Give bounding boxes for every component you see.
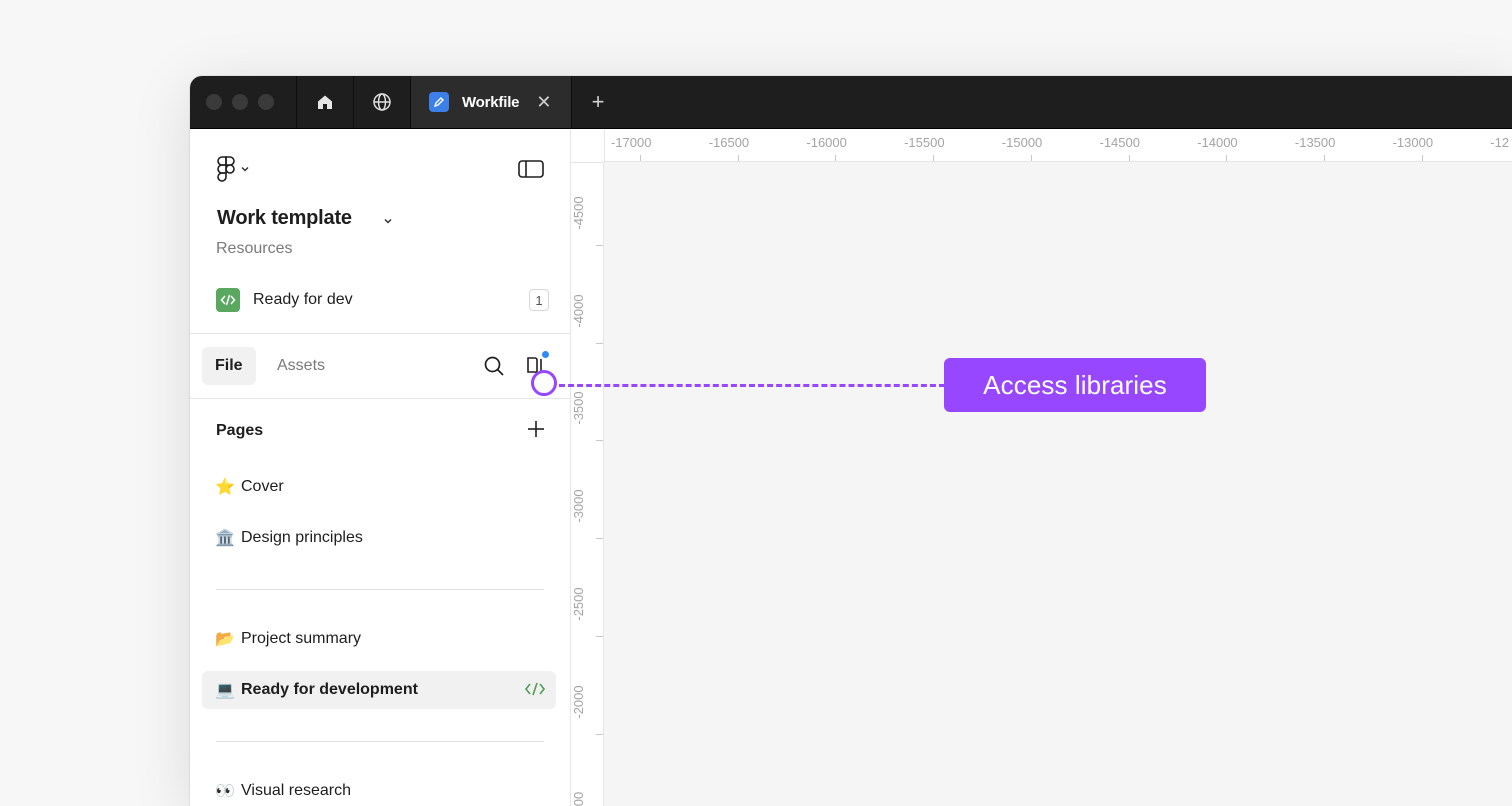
dev-mode-icon [216,288,240,312]
tab-assets[interactable]: Assets [277,347,325,385]
home-button[interactable] [296,76,353,128]
ruler-y-label: 00 [571,791,586,806]
search-button[interactable] [483,355,505,382]
page-divider [216,589,544,590]
ruler-y-tick [596,733,603,735]
page-label: Cover [241,478,284,495]
folder-icon: 📂 [215,631,235,648]
ruler-x-label: -13000 [1392,135,1434,150]
callout-label: Access libraries [944,358,1206,412]
ruler-y-tick [596,440,603,442]
project-name[interactable]: Resources [216,240,292,258]
ruler-x-label: -15500 [904,135,945,150]
ruler-x-tick [737,155,739,161]
design-file-icon [429,92,449,112]
ruler-y-label: -4500 [571,196,586,230]
ruler-x-tick [1226,155,1228,161]
plus-icon [528,421,544,437]
ruler-x-label: -15000 [1001,135,1043,150]
laptop-icon: 💻 [215,682,235,699]
divider [190,398,570,399]
tab-title: Workfile [462,93,520,111]
file-menu-chevron-icon[interactable] [383,213,393,231]
ruler-x-tick [933,155,935,161]
ruler-y-tick [596,635,603,637]
callout-target-circle [531,370,557,396]
star-icon: ⭐️ [215,479,235,496]
page-divider [216,741,544,742]
ruler-y-label: -3500 [571,391,586,426]
ruler-x-label: -13500 [1294,135,1336,150]
left-sidebar: Work template Resources Ready for dev 1 … [190,129,571,806]
app-window: Workfile ✕ + Work template Resources Rea… [190,76,1512,806]
ruler-y-label: -4000 [571,294,586,328]
classical-building-icon: 🏛️ [215,530,235,547]
ruler-x-tick [1421,155,1423,161]
window-controls [206,94,274,110]
sidebar-toggle-button[interactable] [518,159,544,184]
search-icon [484,356,504,376]
page-label: Design principles [241,529,363,546]
sidebar-panel-icon [518,160,544,178]
close-tab-icon[interactable]: ✕ [536,93,551,111]
ruler-corner [571,129,605,163]
globe-icon [373,93,391,111]
ruler-y-tick [596,342,603,344]
ready-for-dev-count: 1 [529,289,549,311]
ruler-x-label: -14500 [1099,135,1140,150]
ruler-x-tick [640,155,641,161]
canvas[interactable] [604,162,1512,806]
dev-status-icon [524,681,546,702]
notification-dot [542,351,549,358]
ruler-y-label: -3000 [571,489,586,523]
ruler-y-label: -2000 [571,684,586,719]
ready-for-dev-label: Ready for dev [253,291,353,308]
file-name[interactable]: Work template [217,207,352,230]
ruler-x-label: -16000 [806,135,847,150]
title-bar: Workfile ✕ + [190,76,1512,129]
page-item-ready-for-development[interactable]: 💻 Ready for development [202,671,556,709]
close-window-button[interactable] [206,94,222,110]
page-item-design-principles[interactable]: 🏛️ Design principles [202,519,556,557]
ruler-x-tick [1030,155,1032,161]
tab-workfile[interactable]: Workfile ✕ [410,76,572,128]
new-tab-button[interactable]: + [573,76,623,128]
chevron-down-icon [241,166,249,172]
ruler-x-tick [835,155,837,161]
ready-for-dev-row[interactable]: Ready for dev 1 [216,287,549,313]
ruler-x-tick [1323,155,1325,161]
ruler-x-label: -14000 [1197,135,1238,150]
panel-tabs: File Assets [202,347,558,385]
ruler-y-label: -2500 [571,587,586,621]
figma-logo-icon [217,156,235,182]
page-label: Visual research [241,782,351,799]
eyes-icon: 👀 [215,783,235,800]
tab-file[interactable]: File [202,347,256,385]
page-item-project-summary[interactable]: 📂 Project summary [202,620,556,658]
minimize-window-button[interactable] [232,94,248,110]
ruler-y-tick [596,538,603,540]
ruler-x-label: -16500 [708,135,750,150]
ruler-x-label: -17000 [611,135,652,150]
callout-connector-line [559,384,945,387]
pages-header: Pages [216,422,264,439]
maximize-window-button[interactable] [258,94,274,110]
divider [190,333,570,334]
main-menu-button[interactable] [216,155,250,183]
home-icon [318,95,332,109]
add-page-button[interactable] [526,419,546,444]
page-item-cover[interactable]: ⭐️ Cover [202,468,556,506]
community-button[interactable] [353,76,410,128]
ruler-x-label: -12 [1490,135,1510,150]
page-label: Project summary [241,630,362,647]
page-item-visual-research[interactable]: 👀 Visual research [202,772,556,806]
page-label: Ready for development [241,681,418,698]
ruler-x-tick [1128,155,1130,161]
ruler-y-tick [596,245,603,246]
